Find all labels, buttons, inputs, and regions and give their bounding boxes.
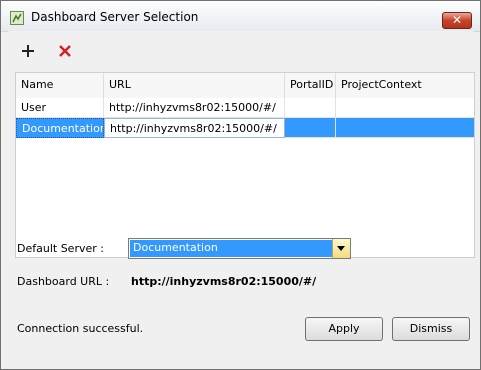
window-title: Dashboard Server Selection (31, 10, 199, 24)
red-x-icon (59, 45, 71, 57)
dialog-content: Name URL PortalID ProjectContext User ht… (8, 31, 475, 364)
column-header-name[interactable]: Name (16, 73, 104, 98)
table-header: Name URL PortalID ProjectContext (16, 73, 474, 99)
dialog-window: Dashboard Server Selection ✕ Name URL Po… (0, 0, 481, 370)
column-header-url[interactable]: URL (104, 73, 285, 98)
cell-projectcontext[interactable] (336, 118, 474, 138)
close-button[interactable]: ✕ (442, 12, 472, 29)
cell-portalid[interactable] (285, 118, 336, 138)
dropdown-arrow-button[interactable] (332, 239, 350, 258)
cell-portalid[interactable] (285, 98, 336, 118)
cell-name[interactable]: User (16, 98, 104, 118)
default-server-label: Default Server : (17, 242, 104, 255)
plus-icon (22, 45, 34, 57)
server-table: Name URL PortalID ProjectContext User ht… (15, 72, 475, 258)
cell-projectcontext[interactable] (336, 98, 474, 118)
table-row-selected[interactable]: Documentation http://inhyzvms8r02:15000/… (16, 118, 474, 138)
chevron-down-icon (337, 246, 345, 251)
column-header-portalid[interactable]: PortalID (285, 73, 336, 98)
default-server-dropdown[interactable]: Documentation (128, 238, 351, 259)
add-server-button[interactable] (18, 41, 38, 61)
dismiss-button[interactable]: Dismiss (392, 317, 470, 341)
title-bar[interactable]: Dashboard Server Selection ✕ (1, 1, 480, 32)
default-server-value: Documentation (130, 240, 332, 257)
cell-name[interactable]: Documentation (16, 118, 104, 138)
app-icon (10, 11, 24, 25)
dashboard-url-value: http://inhyzvms8r02:15000/#/ (131, 275, 317, 288)
remove-server-button[interactable] (55, 41, 75, 61)
apply-button[interactable]: Apply (305, 317, 383, 341)
cell-url[interactable]: http://inhyzvms8r02:15000/#/ (104, 98, 285, 118)
dashboard-url-label: Dashboard URL : (17, 275, 110, 288)
status-message: Connection successful. (17, 322, 144, 335)
cell-url[interactable]: http://inhyzvms8r02:15000/#/ (104, 118, 285, 138)
table-row[interactable]: User http://inhyzvms8r02:15000/#/ (16, 98, 474, 118)
column-header-projectcontext[interactable]: ProjectContext (336, 73, 474, 98)
